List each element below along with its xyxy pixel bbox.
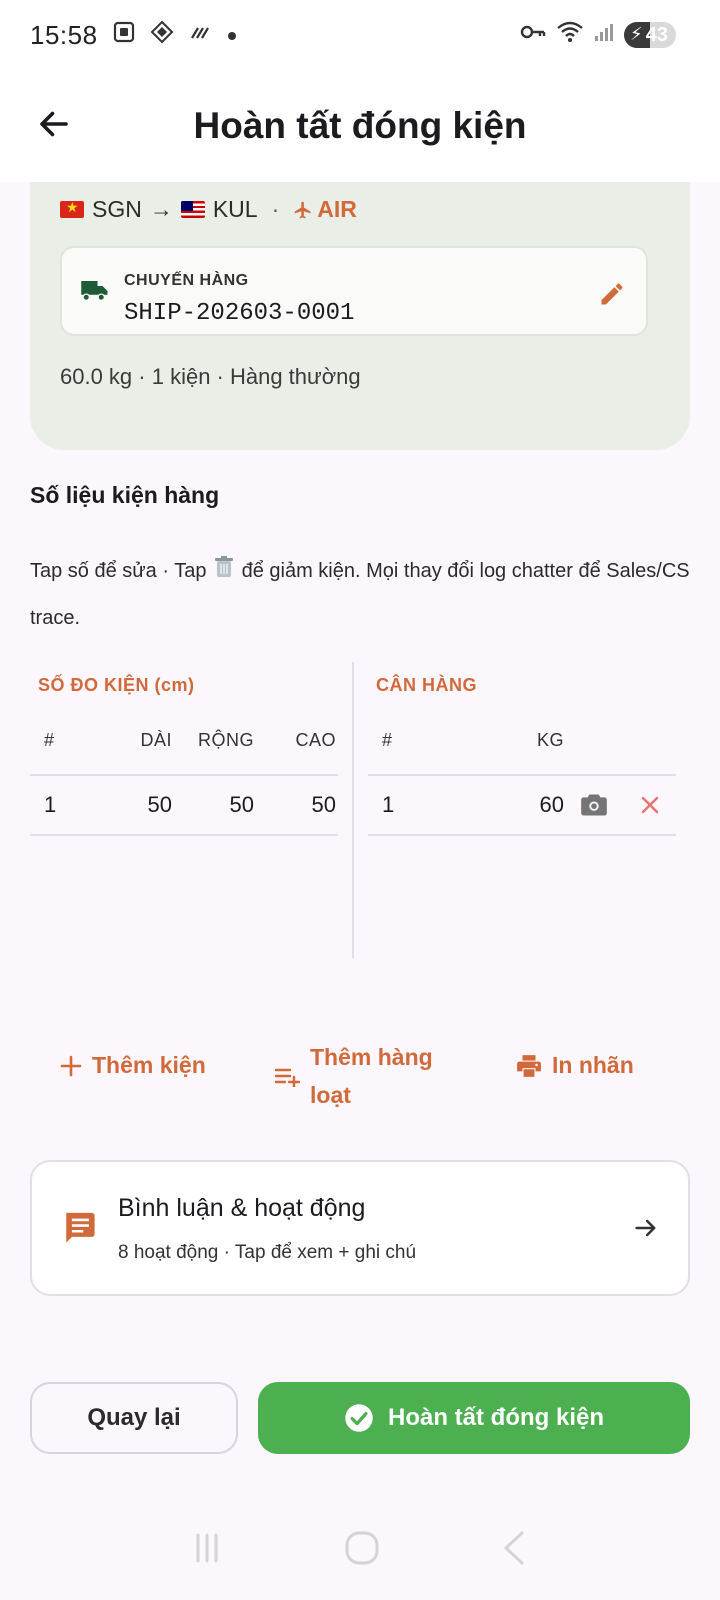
row-index: 1	[382, 792, 395, 817]
charging-bolt-icon: ⚡	[630, 24, 643, 44]
dimensions-table-caption: SỐ ĐO KIỆN (cm)	[38, 674, 195, 695]
activity-card[interactable]: Bình luận & hoạt động 8 hoạt động · Tap …	[30, 1160, 690, 1296]
nfc-icon	[188, 20, 212, 51]
home-icon	[345, 1531, 379, 1564]
print-label-label: In nhãn	[552, 1052, 634, 1078]
back-button[interactable]	[28, 98, 80, 150]
height-value[interactable]: 50	[254, 792, 336, 818]
notification-dot-icon	[226, 21, 238, 49]
page-title: Hoàn tất đóng kiện	[193, 105, 527, 146]
weight-table-caption: CÂN HÀNG	[376, 674, 477, 695]
route-row: SGN → KUL · AIR	[60, 196, 357, 223]
bulk-add-label: Thêm hàng loạt	[310, 1044, 433, 1108]
system-back-button[interactable]	[500, 1530, 530, 1571]
col-index-header: #	[44, 729, 55, 750]
col-index-header: #	[382, 729, 393, 750]
chevron-left-icon	[504, 1531, 524, 1564]
status-time: 15:58	[30, 19, 98, 50]
activity-title: Bình luận & hoạt động	[118, 1194, 366, 1222]
back-footer-label: Quay lại	[87, 1404, 181, 1431]
battery-level: 43	[645, 23, 668, 46]
check-circle-icon	[345, 1404, 373, 1432]
battery-indicator: ⚡ 43	[624, 22, 676, 48]
system-nav-bar	[0, 1500, 720, 1600]
truck-icon	[81, 281, 108, 301]
shipment-label: CHUYẾN HÀNG	[124, 272, 249, 289]
status-bar: 15:58 ⚡ 43	[0, 0, 720, 70]
section-title: Số liệu kiện hàng	[30, 482, 220, 508]
arrow-left-icon	[40, 111, 68, 137]
edit-shipment-button[interactable]	[594, 276, 630, 312]
col-height-header: CAO	[295, 729, 336, 750]
arrow-right-icon	[635, 1219, 656, 1237]
camera-icon	[581, 794, 607, 816]
width-value[interactable]: 50	[172, 792, 254, 818]
status-right: ⚡ 43	[520, 21, 676, 50]
shipment-summary-card: SGN → KUL · AIR CHUYẾN HÀNG SHIP-202603-…	[30, 182, 690, 450]
recent-apps-icon	[196, 1533, 218, 1562]
hint-text-before: Tap số để sửa · Tap	[30, 560, 207, 582]
delete-package-button[interactable]	[624, 795, 676, 815]
route-separator: ·	[271, 196, 280, 222]
status-left: 15:58	[30, 20, 238, 51]
shipment-field[interactable]: CHUYẾN HÀNG SHIP-202603-0001	[60, 246, 648, 336]
diamond-app-icon	[150, 20, 174, 51]
vietnam-flag-icon	[60, 201, 84, 218]
bulk-add-button[interactable]: Thêm hàng loạt	[274, 1038, 440, 1114]
back-footer-button[interactable]: Quay lại	[30, 1382, 238, 1454]
airplane-icon	[294, 201, 311, 218]
shipment-code: SHIP-202603-0001	[124, 300, 355, 327]
playlist-add-icon	[274, 1068, 300, 1087]
weight-value[interactable]: 60	[428, 792, 564, 818]
pencil-icon	[601, 283, 623, 305]
dimensions-table-header: # DÀI RỘNG CAO	[30, 706, 338, 776]
recent-apps-button[interactable]	[190, 1531, 224, 1570]
close-icon	[641, 796, 659, 814]
malaysia-flag-icon	[180, 201, 205, 218]
signal-icon	[594, 21, 614, 49]
section-hint: Tap số để sửa · Tap để giảm kiện. Mọi th…	[30, 548, 700, 641]
add-package-label: Thêm kiện	[92, 1052, 206, 1078]
key-icon	[520, 21, 546, 49]
complete-packing-button[interactable]: Hoàn tất đóng kiện	[258, 1382, 690, 1454]
length-value[interactable]: 50	[90, 792, 172, 818]
col-width-header: RỘNG	[198, 729, 254, 750]
table-row: 1 60	[368, 776, 676, 836]
activity-subtitle: 8 hoạt động · Tap để xem + ghi chú	[118, 1242, 417, 1263]
complete-packing-label: Hoàn tất đóng kiện	[388, 1404, 604, 1431]
photo-button[interactable]	[564, 792, 624, 818]
plus-icon	[60, 1055, 82, 1076]
table-divider	[352, 662, 354, 958]
transport-mode: AIR	[293, 196, 357, 223]
row-index: 1	[44, 792, 57, 817]
add-package-button[interactable]: Thêm kiện	[60, 1052, 206, 1079]
dimensions-table: SỐ ĐO KIỆN (cm) # DÀI RỘNG CAO 1 50 50 5…	[30, 664, 338, 836]
top-app-bar: Hoàn tất đóng kiện	[0, 70, 720, 182]
transport-mode-label: AIR	[317, 196, 357, 222]
home-button[interactable]	[344, 1530, 380, 1571]
col-length-header: DÀI	[140, 729, 172, 750]
screenshot-icon	[112, 20, 136, 51]
shipment-summary-line: 60.0 kg · 1 kiện · Hàng thường	[60, 364, 361, 389]
weight-table-header: # KG	[368, 706, 676, 776]
table-row: 1 50 50 50	[30, 776, 338, 836]
printer-icon	[517, 1054, 541, 1077]
wifi-icon	[556, 21, 584, 50]
destination-code: KUL	[212, 196, 258, 222]
trash-icon	[214, 549, 234, 595]
col-kg-header: KG	[536, 729, 564, 750]
route-arrow: →	[149, 196, 173, 222]
origin-code: SGN	[92, 196, 142, 222]
weight-table: CÂN HÀNG # KG 1 60	[368, 664, 676, 836]
print-label-button[interactable]: In nhãn	[516, 1052, 634, 1079]
package-actions: Thêm kiện Thêm hàng loạt In nhãn	[30, 1038, 690, 1118]
chat-icon	[66, 1212, 95, 1243]
